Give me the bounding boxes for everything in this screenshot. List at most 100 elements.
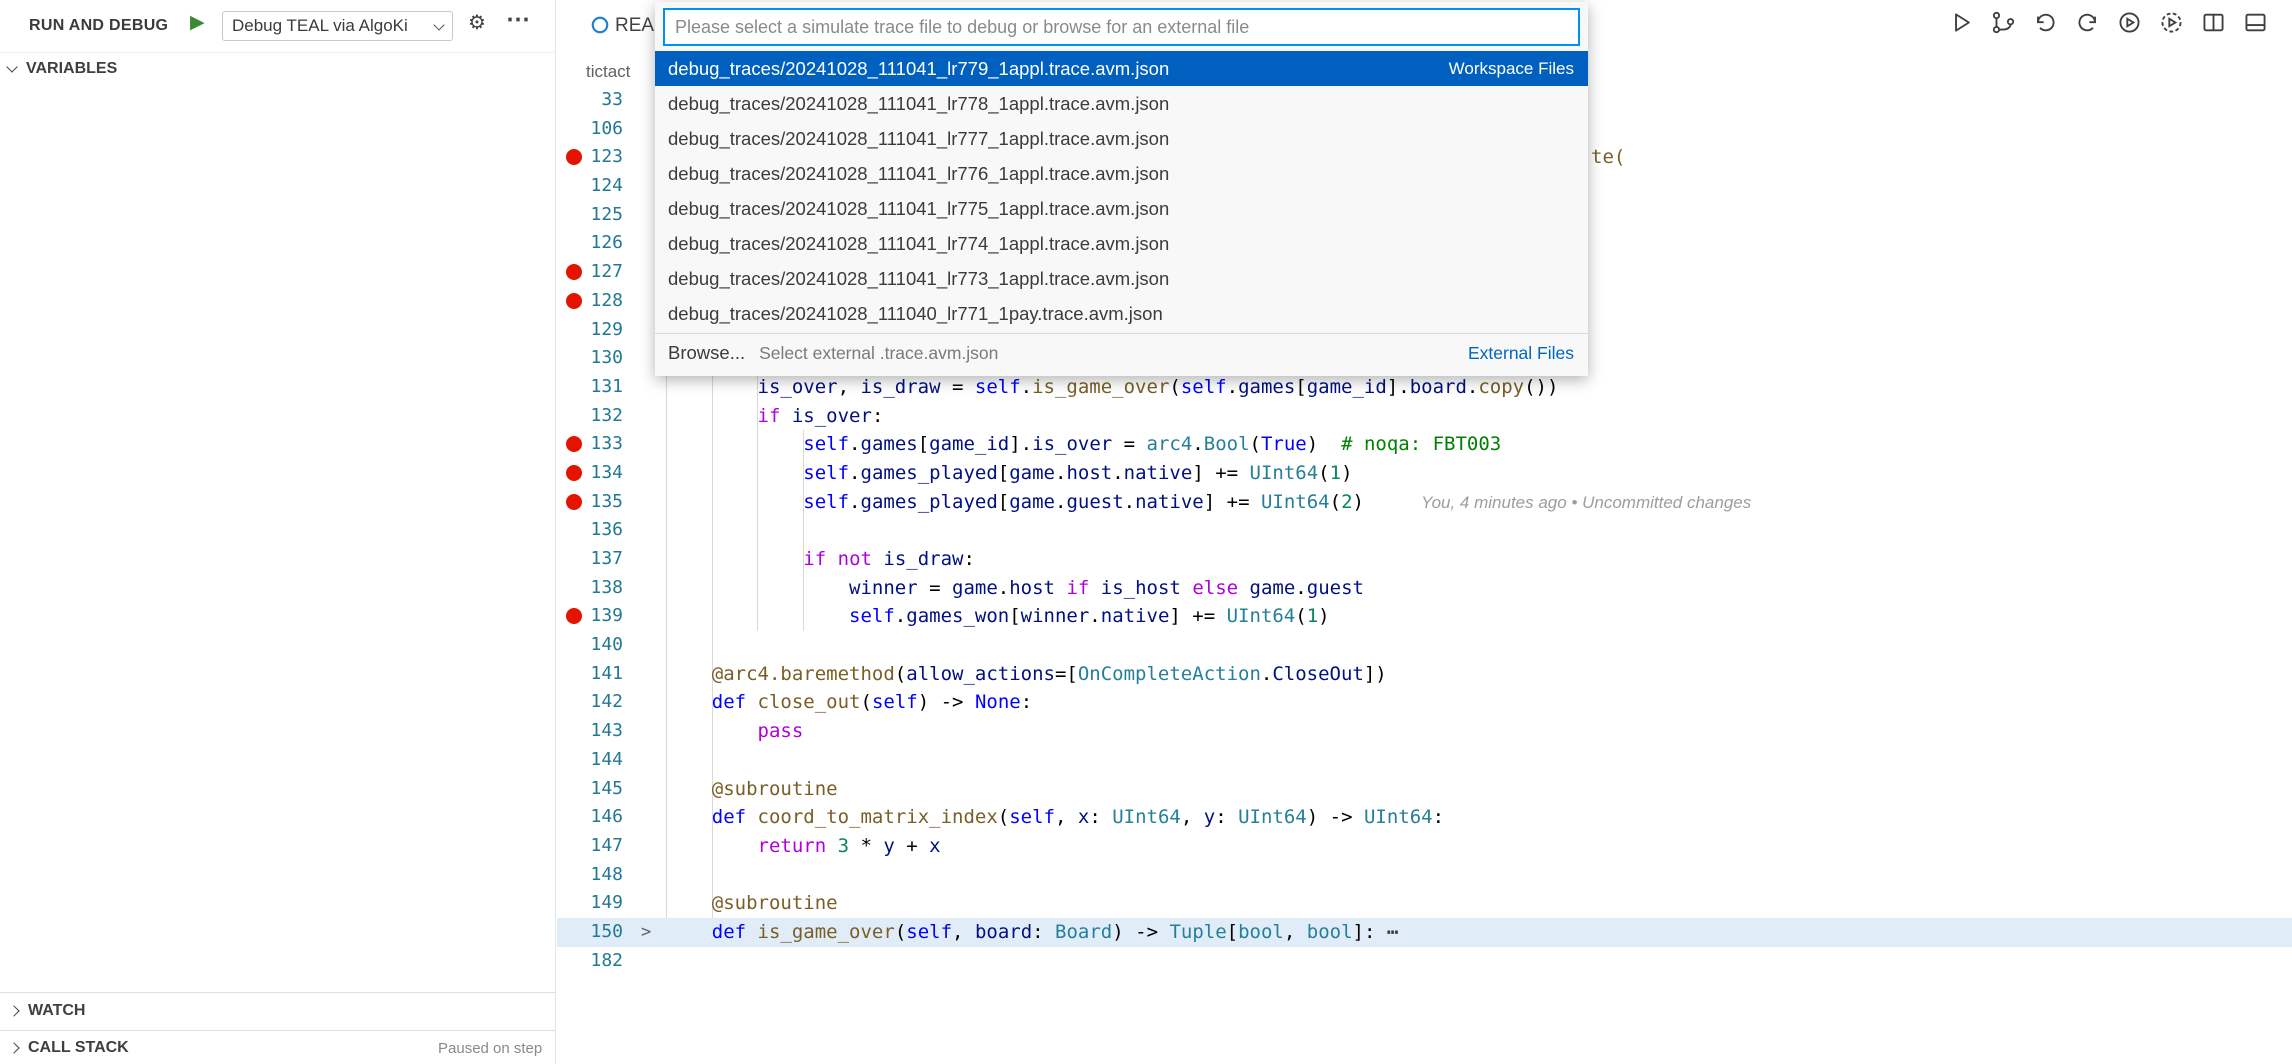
more-actions-icon[interactable]: ⋯ xyxy=(506,8,530,32)
debug-config-select[interactable]: Debug TEAL via AlgoKi xyxy=(222,11,453,41)
code-text: self.games_won[winner.native] += UInt64(… xyxy=(666,602,1330,631)
line-number[interactable]: 130 xyxy=(571,344,623,373)
line-number[interactable]: 135 xyxy=(571,488,623,517)
code-row[interactable]: 142 def close_out(self) -> None: xyxy=(557,688,2292,717)
code-text: @subroutine xyxy=(666,775,838,804)
quickpick-item[interactable]: debug_traces/20241028_111041_lr775_1appl… xyxy=(655,191,1588,226)
gear-icon[interactable]: ⚙ xyxy=(468,13,486,33)
line-number[interactable]: 106 xyxy=(571,115,623,144)
start-debugging-button[interactable]: ▶ xyxy=(190,13,205,32)
line-number[interactable]: 138 xyxy=(571,574,623,603)
editor-toolbar xyxy=(1949,10,2268,35)
sidebar-header: RUN AND DEBUG ▶ Debug TEAL via AlgoKi ⚙ … xyxy=(0,0,556,53)
code-row[interactable]: 133 self.games[game_id].is_over = arc4.B… xyxy=(557,430,2292,459)
line-number[interactable]: 139 xyxy=(571,602,623,631)
line-number[interactable]: 128 xyxy=(571,287,623,316)
code-row[interactable]: 135 self.games_played[game.guest.native]… xyxy=(557,488,2292,517)
code-row[interactable]: 144 xyxy=(557,746,2292,775)
code-row[interactable]: 132 if is_over: xyxy=(557,402,2292,431)
line-number[interactable]: 182 xyxy=(571,947,623,976)
line-number[interactable]: 127 xyxy=(571,258,623,287)
run-circle-icon[interactable] xyxy=(2117,10,2142,35)
fold-chevron-icon[interactable]: > xyxy=(641,918,651,947)
line-number[interactable]: 126 xyxy=(571,229,623,258)
quickpick-item-label: debug_traces/20241028_111041_lr773_1appl… xyxy=(668,261,1574,296)
run-icon[interactable] xyxy=(1949,10,1974,35)
code-row[interactable]: 139 self.games_won[winner.native] += UIn… xyxy=(557,602,2292,631)
line-number[interactable]: 143 xyxy=(571,717,623,746)
code-row[interactable]: 148 xyxy=(557,861,2292,890)
quickpick-input[interactable] xyxy=(663,8,1580,46)
watch-section-label: WATCH xyxy=(28,1002,85,1020)
line-number[interactable]: 142 xyxy=(571,688,623,717)
code-text: @arc4.baremethod(allow_actions=[OnComple… xyxy=(666,660,1387,689)
split-editor-icon[interactable] xyxy=(2201,10,2226,35)
line-number[interactable]: 144 xyxy=(571,746,623,775)
line-number[interactable]: 131 xyxy=(571,373,623,402)
redo-icon[interactable] xyxy=(2075,10,2100,35)
line-number[interactable]: 150 xyxy=(571,918,623,947)
line-number[interactable]: 147 xyxy=(571,832,623,861)
quickpick-item[interactable]: debug_traces/20241028_111041_lr776_1appl… xyxy=(655,156,1588,191)
section-divider xyxy=(0,1030,556,1031)
line-number[interactable]: 140 xyxy=(571,631,623,660)
panel-title: RUN AND DEBUG xyxy=(29,17,168,35)
line-number[interactable]: 134 xyxy=(571,459,623,488)
code-text: def close_out(self) -> None: xyxy=(666,688,1032,717)
code-row[interactable]: 136 xyxy=(557,516,2292,545)
quickpick-item[interactable]: debug_traces/20241028_111041_lr778_1appl… xyxy=(655,86,1588,121)
undo-icon[interactable] xyxy=(2033,10,2058,35)
code-row[interactable]: 143 pass xyxy=(557,717,2292,746)
line-number[interactable]: 141 xyxy=(571,660,623,689)
line-number[interactable]: 124 xyxy=(571,172,623,201)
layout-panel-icon[interactable] xyxy=(2243,10,2268,35)
quickpick-item[interactable]: debug_traces/20241028_111041_lr777_1appl… xyxy=(655,121,1588,156)
code-row[interactable]: 145 @subroutine xyxy=(557,775,2292,804)
line-number[interactable]: 137 xyxy=(571,545,623,574)
line-number[interactable]: 132 xyxy=(571,402,623,431)
line-number[interactable]: 125 xyxy=(571,201,623,230)
code-row[interactable]: 138 winner = game.host if is_host else g… xyxy=(557,574,2292,603)
line-number[interactable]: 149 xyxy=(571,889,623,918)
quickpick-item[interactable]: debug_traces/20241028_111041_lr779_1appl… xyxy=(655,51,1588,86)
code-row[interactable]: 146 def coord_to_matrix_index(self, x: U… xyxy=(557,803,2292,832)
line-number[interactable]: 123 xyxy=(571,143,623,172)
variables-section-label: VARIABLES xyxy=(26,60,117,78)
line-number[interactable]: 129 xyxy=(571,316,623,345)
code-text: def is_game_over(self, board: Board) -> … xyxy=(666,918,1398,947)
watch-section-header[interactable]: WATCH xyxy=(10,1002,85,1020)
git-graph-icon[interactable] xyxy=(1991,10,2016,35)
debug-circle-icon[interactable] xyxy=(2159,10,2184,35)
chevron-down-icon xyxy=(433,19,444,30)
callstack-section-header[interactable]: CALL STACK xyxy=(10,1039,129,1057)
quickpick-item-label: debug_traces/20241028_111041_lr777_1appl… xyxy=(668,121,1574,156)
code-row[interactable]: 182 xyxy=(557,947,2292,976)
quickpick-browse-item[interactable]: Browse... Select external .trace.avm.jso… xyxy=(655,334,1588,372)
line-number[interactable]: 148 xyxy=(571,861,623,890)
quickpick-item[interactable]: debug_traces/20241028_111041_lr774_1appl… xyxy=(655,226,1588,261)
code-row[interactable]: 141 @arc4.baremethod(allow_actions=[OnCo… xyxy=(557,660,2292,689)
line-number[interactable]: 136 xyxy=(571,516,623,545)
quickpick-item[interactable]: debug_traces/20241028_111040_lr771_1pay.… xyxy=(655,296,1588,331)
code-row[interactable]: 149 @subroutine xyxy=(557,889,2292,918)
line-number[interactable]: 33 xyxy=(571,86,623,115)
code-row[interactable]: 150 > def is_game_over(self, board: Board… xyxy=(557,918,2292,947)
browse-label: Browse... xyxy=(668,334,745,372)
line-number[interactable]: 146 xyxy=(571,803,623,832)
chevron-right-icon xyxy=(8,1005,19,1016)
breadcrumb[interactable]: tictact xyxy=(586,62,630,82)
line-number[interactable]: 145 xyxy=(571,775,623,804)
variables-section-header[interactable]: VARIABLES xyxy=(8,60,117,78)
code-row[interactable]: 140 xyxy=(557,631,2292,660)
code-text: self.games[game_id].is_over = arc4.Bool(… xyxy=(666,430,1501,459)
code-text: pass xyxy=(666,717,803,746)
code-row[interactable]: 131 is_over, is_draw = self.is_game_over… xyxy=(557,373,2292,402)
chevron-right-icon xyxy=(8,1042,19,1053)
line-number[interactable]: 133 xyxy=(571,430,623,459)
code-row[interactable]: 137 if not is_draw: xyxy=(557,545,2292,574)
code-text: self.games_played[game.host.native] += U… xyxy=(666,459,1353,488)
editor-tab[interactable]: REA xyxy=(615,15,654,37)
quickpick-item[interactable]: debug_traces/20241028_111041_lr773_1appl… xyxy=(655,261,1588,296)
code-row[interactable]: 134 self.games_played[game.host.native] … xyxy=(557,459,2292,488)
code-row[interactable]: 147 return 3 * y + x xyxy=(557,832,2292,861)
